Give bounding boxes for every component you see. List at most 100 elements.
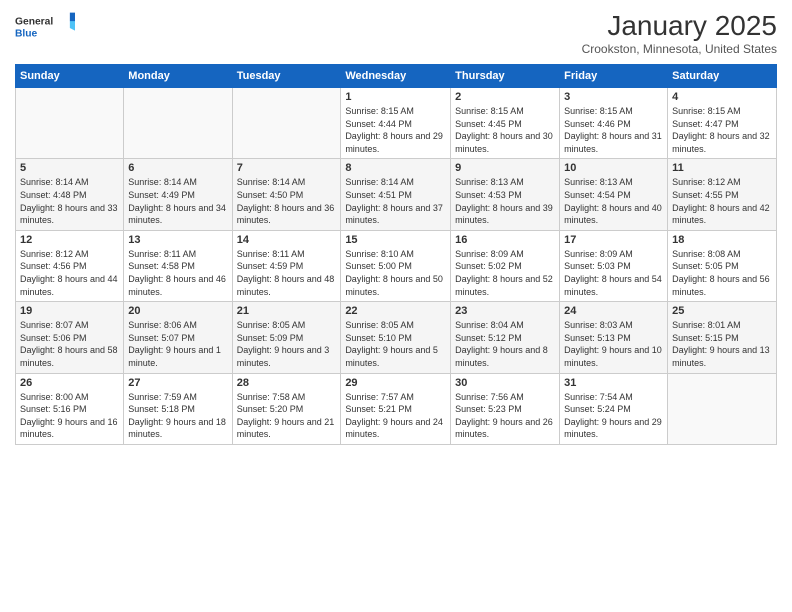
day-number: 21: [237, 305, 337, 317]
cell-3-2: 21 Sunrise: 8:05 AMSunset: 5:09 PMDaylig…: [232, 302, 341, 373]
day-info: Sunrise: 8:14 AMSunset: 4:48 PMDaylight:…: [20, 176, 119, 226]
day-info: Sunrise: 8:08 AMSunset: 5:05 PMDaylight:…: [672, 248, 772, 298]
day-info: Sunrise: 8:10 AMSunset: 5:00 PMDaylight:…: [345, 248, 446, 298]
day-number: 29: [345, 377, 446, 389]
cell-3-3: 22 Sunrise: 8:05 AMSunset: 5:10 PMDaylig…: [341, 302, 451, 373]
day-number: 4: [672, 91, 772, 103]
cell-3-5: 24 Sunrise: 8:03 AMSunset: 5:13 PMDaylig…: [560, 302, 668, 373]
cell-2-1: 13 Sunrise: 8:11 AMSunset: 4:58 PMDaylig…: [124, 230, 232, 301]
calendar-table: Sunday Monday Tuesday Wednesday Thursday…: [15, 64, 777, 445]
day-number: 1: [345, 91, 446, 103]
logo-svg: General Blue: [15, 10, 75, 46]
day-info: Sunrise: 8:15 AMSunset: 4:44 PMDaylight:…: [345, 105, 446, 155]
day-number: 5: [20, 162, 119, 174]
day-number: 28: [237, 377, 337, 389]
week-row-0: 1 Sunrise: 8:15 AMSunset: 4:44 PMDayligh…: [16, 88, 777, 159]
cell-0-4: 2 Sunrise: 8:15 AMSunset: 4:45 PMDayligh…: [451, 88, 560, 159]
day-info: Sunrise: 8:11 AMSunset: 4:58 PMDaylight:…: [128, 248, 227, 298]
header-thursday: Thursday: [451, 65, 560, 88]
day-number: 10: [564, 162, 663, 174]
day-info: Sunrise: 8:04 AMSunset: 5:12 PMDaylight:…: [455, 319, 555, 369]
cell-1-5: 10 Sunrise: 8:13 AMSunset: 4:54 PMDaylig…: [560, 159, 668, 230]
cell-4-2: 28 Sunrise: 7:58 AMSunset: 5:20 PMDaylig…: [232, 373, 341, 444]
day-info: Sunrise: 8:15 AMSunset: 4:46 PMDaylight:…: [564, 105, 663, 155]
header-tuesday: Tuesday: [232, 65, 341, 88]
cell-3-0: 19 Sunrise: 8:07 AMSunset: 5:06 PMDaylig…: [16, 302, 124, 373]
day-info: Sunrise: 8:12 AMSunset: 4:56 PMDaylight:…: [20, 248, 119, 298]
day-number: 3: [564, 91, 663, 103]
day-number: 23: [455, 305, 555, 317]
cell-2-5: 17 Sunrise: 8:09 AMSunset: 5:03 PMDaylig…: [560, 230, 668, 301]
day-info: Sunrise: 8:03 AMSunset: 5:13 PMDaylight:…: [564, 319, 663, 369]
day-info: Sunrise: 8:14 AMSunset: 4:49 PMDaylight:…: [128, 176, 227, 226]
cell-4-0: 26 Sunrise: 8:00 AMSunset: 5:16 PMDaylig…: [16, 373, 124, 444]
day-number: 30: [455, 377, 555, 389]
cell-3-6: 25 Sunrise: 8:01 AMSunset: 5:15 PMDaylig…: [668, 302, 777, 373]
location: Crookston, Minnesota, United States: [582, 42, 777, 56]
day-number: 20: [128, 305, 227, 317]
day-info: Sunrise: 8:07 AMSunset: 5:06 PMDaylight:…: [20, 319, 119, 369]
day-info: Sunrise: 8:15 AMSunset: 4:45 PMDaylight:…: [455, 105, 555, 155]
day-number: 19: [20, 305, 119, 317]
cell-0-3: 1 Sunrise: 8:15 AMSunset: 4:44 PMDayligh…: [341, 88, 451, 159]
header-sunday: Sunday: [16, 65, 124, 88]
logo: General Blue: [15, 10, 75, 46]
day-number: 12: [20, 234, 119, 246]
day-number: 24: [564, 305, 663, 317]
cell-2-0: 12 Sunrise: 8:12 AMSunset: 4:56 PMDaylig…: [16, 230, 124, 301]
day-info: Sunrise: 8:06 AMSunset: 5:07 PMDaylight:…: [128, 319, 227, 369]
day-info: Sunrise: 8:09 AMSunset: 5:02 PMDaylight:…: [455, 248, 555, 298]
cell-0-2: [232, 88, 341, 159]
day-number: 7: [237, 162, 337, 174]
week-row-2: 12 Sunrise: 8:12 AMSunset: 4:56 PMDaylig…: [16, 230, 777, 301]
cell-3-1: 20 Sunrise: 8:06 AMSunset: 5:07 PMDaylig…: [124, 302, 232, 373]
day-number: 17: [564, 234, 663, 246]
cell-4-1: 27 Sunrise: 7:59 AMSunset: 5:18 PMDaylig…: [124, 373, 232, 444]
day-number: 8: [345, 162, 446, 174]
header-monday: Monday: [124, 65, 232, 88]
day-info: Sunrise: 8:14 AMSunset: 4:50 PMDaylight:…: [237, 176, 337, 226]
day-info: Sunrise: 7:58 AMSunset: 5:20 PMDaylight:…: [237, 391, 337, 441]
day-number: 22: [345, 305, 446, 317]
day-info: Sunrise: 8:12 AMSunset: 4:55 PMDaylight:…: [672, 176, 772, 226]
cell-4-4: 30 Sunrise: 7:56 AMSunset: 5:23 PMDaylig…: [451, 373, 560, 444]
svg-text:Blue: Blue: [15, 29, 38, 40]
cell-0-0: [16, 88, 124, 159]
cell-1-4: 9 Sunrise: 8:13 AMSunset: 4:53 PMDayligh…: [451, 159, 560, 230]
day-info: Sunrise: 8:13 AMSunset: 4:53 PMDaylight:…: [455, 176, 555, 226]
cell-4-6: [668, 373, 777, 444]
cell-1-0: 5 Sunrise: 8:14 AMSunset: 4:48 PMDayligh…: [16, 159, 124, 230]
day-number: 18: [672, 234, 772, 246]
day-number: 27: [128, 377, 227, 389]
calendar-page: General Blue January 2025 Crookston, Min…: [0, 0, 792, 612]
weekday-header-row: Sunday Monday Tuesday Wednesday Thursday…: [16, 65, 777, 88]
day-number: 25: [672, 305, 772, 317]
day-info: Sunrise: 7:57 AMSunset: 5:21 PMDaylight:…: [345, 391, 446, 441]
cell-4-5: 31 Sunrise: 7:54 AMSunset: 5:24 PMDaylig…: [560, 373, 668, 444]
cell-0-1: [124, 88, 232, 159]
day-number: 9: [455, 162, 555, 174]
header-saturday: Saturday: [668, 65, 777, 88]
cell-2-3: 15 Sunrise: 8:10 AMSunset: 5:00 PMDaylig…: [341, 230, 451, 301]
day-number: 14: [237, 234, 337, 246]
day-number: 2: [455, 91, 555, 103]
cell-0-6: 4 Sunrise: 8:15 AMSunset: 4:47 PMDayligh…: [668, 88, 777, 159]
day-number: 15: [345, 234, 446, 246]
day-number: 16: [455, 234, 555, 246]
cell-1-6: 11 Sunrise: 8:12 AMSunset: 4:55 PMDaylig…: [668, 159, 777, 230]
title-block: January 2025 Crookston, Minnesota, Unite…: [582, 10, 777, 56]
day-info: Sunrise: 8:15 AMSunset: 4:47 PMDaylight:…: [672, 105, 772, 155]
day-number: 26: [20, 377, 119, 389]
day-number: 6: [128, 162, 227, 174]
day-info: Sunrise: 8:11 AMSunset: 4:59 PMDaylight:…: [237, 248, 337, 298]
week-row-4: 26 Sunrise: 8:00 AMSunset: 5:16 PMDaylig…: [16, 373, 777, 444]
day-info: Sunrise: 8:09 AMSunset: 5:03 PMDaylight:…: [564, 248, 663, 298]
day-info: Sunrise: 7:59 AMSunset: 5:18 PMDaylight:…: [128, 391, 227, 441]
cell-1-3: 8 Sunrise: 8:14 AMSunset: 4:51 PMDayligh…: [341, 159, 451, 230]
header-friday: Friday: [560, 65, 668, 88]
day-number: 31: [564, 377, 663, 389]
cell-0-5: 3 Sunrise: 8:15 AMSunset: 4:46 PMDayligh…: [560, 88, 668, 159]
day-number: 13: [128, 234, 227, 246]
cell-4-3: 29 Sunrise: 7:57 AMSunset: 5:21 PMDaylig…: [341, 373, 451, 444]
day-info: Sunrise: 8:05 AMSunset: 5:10 PMDaylight:…: [345, 319, 446, 369]
